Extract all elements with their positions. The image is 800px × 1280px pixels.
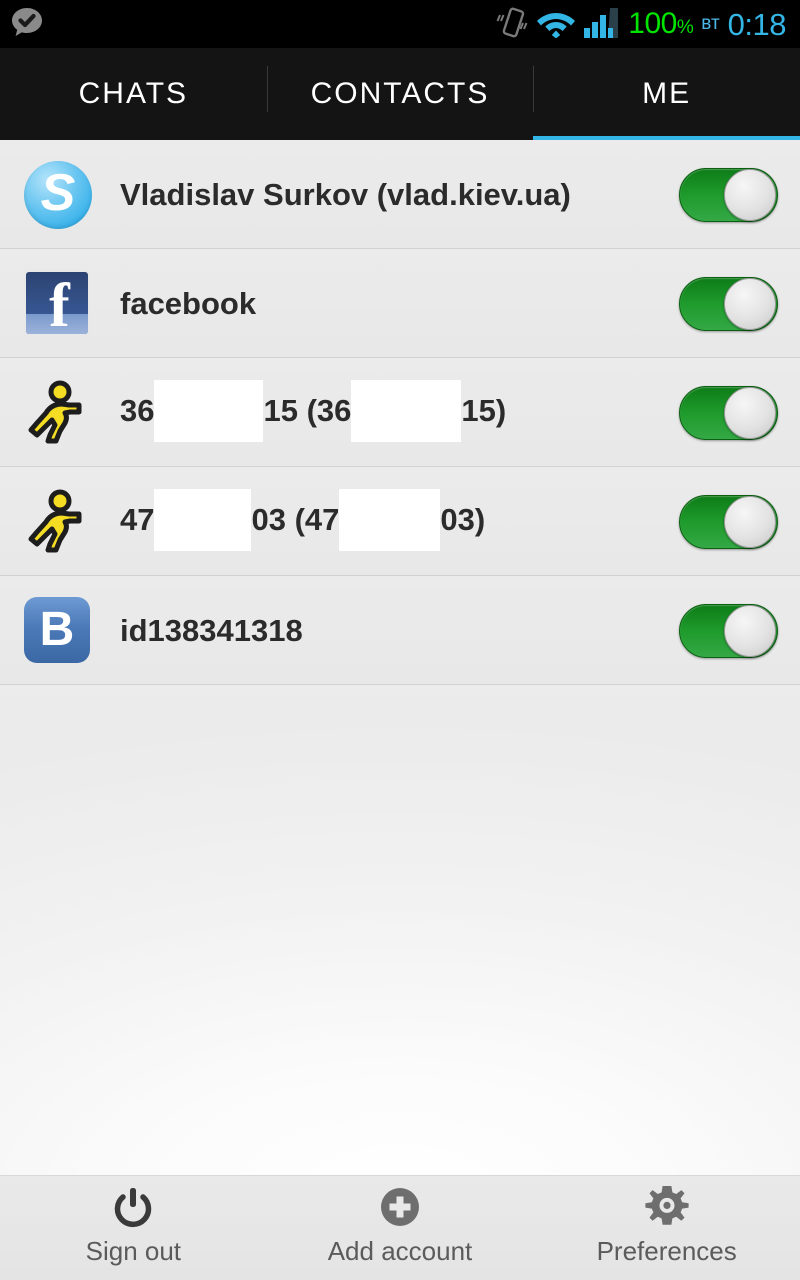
- toggle-knob: [724, 604, 776, 657]
- redaction-box: [154, 379, 264, 442]
- empty-list-area: [0, 695, 800, 1175]
- account-list: S Vladislav Surkov (vlad.kiev.ua) f face…: [0, 140, 800, 685]
- tab-me-label: ME: [642, 77, 692, 110]
- sign-out-button[interactable]: Sign out: [0, 1184, 267, 1267]
- weekday-label: вт: [701, 13, 720, 34]
- account-toggle-vk[interactable]: [679, 603, 778, 658]
- facebook-icon: f: [24, 269, 92, 338]
- account-label: Vladislav Surkov (vlad.kiev.ua): [120, 176, 571, 212]
- bottom-toolbar: Sign out Add account Preferences: [0, 1175, 800, 1280]
- account-label-part: 03): [440, 501, 486, 537]
- plus-circle-icon: [377, 1184, 423, 1230]
- preferences-button[interactable]: Preferences: [533, 1184, 800, 1267]
- redaction-box: [154, 488, 252, 551]
- toggle-knob: [724, 495, 776, 548]
- toggle-knob: [724, 386, 776, 439]
- gear-icon: [644, 1184, 690, 1230]
- status-bar-notifications: [10, 5, 44, 44]
- wifi-icon: [536, 6, 576, 43]
- redaction-box: [339, 488, 441, 551]
- account-label: id138341318: [120, 612, 303, 648]
- aim-icon: [24, 488, 92, 556]
- signal-bars-icon: [584, 6, 620, 43]
- preferences-label: Preferences: [596, 1236, 737, 1266]
- account-row-skype[interactable]: S Vladislav Surkov (vlad.kiev.ua): [0, 140, 800, 249]
- account-label-part: 15 (36: [263, 392, 352, 428]
- app-screen: 100% вт 0:18 CHATS CONTACTS ME S Vladisl…: [0, 0, 800, 1280]
- tab-chats[interactable]: CHATS: [0, 48, 267, 140]
- add-account-label: Add account: [327, 1236, 473, 1266]
- skype-icon: S: [24, 160, 92, 229]
- tab-me[interactable]: ME: [533, 48, 800, 146]
- tab-contacts-label: CONTACTS: [310, 77, 490, 110]
- status-bar-indicators: 100% вт 0:18: [496, 5, 787, 44]
- account-label: 47 03 (47 03): [120, 488, 486, 553]
- account-row-aim-1[interactable]: 36 15 (36 15): [0, 358, 800, 467]
- add-account-button[interactable]: Add account: [267, 1184, 534, 1267]
- account-label-part: 03 (47: [251, 501, 340, 537]
- redaction-box: [351, 379, 462, 442]
- tab-contacts[interactable]: CONTACTS: [266, 48, 534, 140]
- power-icon: [110, 1184, 156, 1230]
- tab-bar: CHATS CONTACTS ME: [0, 48, 800, 146]
- vk-icon: В: [24, 596, 92, 665]
- account-label-part: 15): [461, 392, 507, 428]
- account-toggle-aim-2[interactable]: [679, 494, 778, 549]
- toggle-knob: [724, 277, 776, 330]
- account-row-aim-2[interactable]: 47 03 (47 03): [0, 467, 800, 576]
- aim-icon: [24, 379, 92, 447]
- clock-label: 0:18: [727, 6, 787, 42]
- sign-out-label: Sign out: [85, 1236, 182, 1266]
- vibrate-icon: [496, 5, 528, 44]
- account-label: 36 15 (36 15): [120, 379, 507, 444]
- account-toggle-aim-1[interactable]: [679, 385, 778, 440]
- account-label-part: 36: [120, 392, 155, 428]
- toggle-knob: [724, 168, 776, 221]
- battery-unit: %: [676, 17, 694, 38]
- battery-value: 100: [628, 7, 677, 40]
- account-row-vk[interactable]: В id138341318: [0, 576, 800, 685]
- tab-chats-label: CHATS: [78, 77, 189, 110]
- status-bar: 100% вт 0:18: [0, 0, 800, 48]
- chat-check-icon: [10, 5, 44, 44]
- account-label: facebook: [120, 285, 257, 321]
- account-toggle-skype[interactable]: [679, 167, 778, 222]
- account-toggle-facebook[interactable]: [679, 276, 778, 331]
- battery-percent: 100%: [628, 9, 693, 39]
- account-row-facebook[interactable]: f facebook: [0, 249, 800, 358]
- account-label-part: 47: [120, 501, 155, 537]
